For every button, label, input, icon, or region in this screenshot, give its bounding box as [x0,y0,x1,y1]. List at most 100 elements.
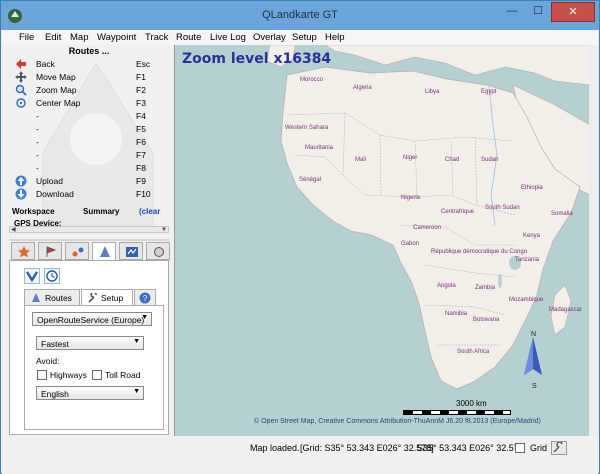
status-bar: Map loaded. [Grid: S35° 53.343 E026° 32.… [2,436,598,474]
label-mozambique: Mozambique [509,297,544,303]
gps-icon [154,247,164,257]
scroll-right-icon[interactable]: ▼ [161,227,167,233]
label-zambia: Zambia [475,285,496,291]
route-time-button[interactable] [44,268,60,284]
tool-tab-bar [9,242,170,261]
action-empty-f7: - [36,150,39,160]
star-icon [18,246,30,258]
svg-text:?: ? [143,294,148,303]
menu-map[interactable]: Map [70,32,88,43]
grid-label: Grid [530,443,548,453]
menu-track[interactable]: Track [145,32,168,43]
waypoint-flag-icon [46,246,57,257]
maximize-button[interactable]: ☐ [525,2,551,22]
summary-header: Summary [83,207,120,216]
action-download[interactable]: Download [36,189,74,199]
map-attribution: © Open Street Map, Creative Commons Attr… [254,418,541,425]
label-mauritania: Mauritania [305,145,334,151]
download-icon [15,188,27,200]
label-morocco: Morocco [300,77,324,83]
menu-bar: File Edit Map Waypoint Track Route Live … [2,30,598,45]
grid-settings-button[interactable] [551,441,567,455]
minimize-button[interactable]: — [499,2,525,22]
menu-help[interactable]: Help [325,32,345,43]
label-angola: Angola [437,283,456,289]
grid-checkbox[interactable] [515,443,525,453]
avoid-toll-road-label: Toll Road [105,370,141,380]
route-cone-icon [100,246,110,257]
action-f4-key: F4 [136,111,146,121]
label-ethiopia: Ethiopia [521,185,543,191]
route-preference-select[interactable]: Fastest ▼ [36,336,144,350]
label-sudan: Sudan [481,157,499,163]
action-center-map[interactable]: Center Map [36,98,80,108]
avoid-highways-checkbox[interactable] [37,370,47,380]
menu-file[interactable]: File [19,32,34,43]
horizontal-scrollbar[interactable]: ◀ ▼ [9,226,169,233]
subtab-help[interactable]: ? [134,289,156,306]
chevron-down-icon: ▼ [133,388,140,395]
action-empty-f5: - [36,124,39,134]
language-select[interactable]: English ▼ [36,386,144,400]
compass-north-label: N [531,331,537,338]
track-icon [72,247,84,257]
tab-routes[interactable] [92,242,116,261]
menu-route[interactable]: Route [176,32,201,43]
status-grid-coords: [Grid: S35° 53.343 E026° 32.578] [300,443,434,453]
compass-south-label: S [532,383,537,390]
label-car: Centrafrique [441,209,475,215]
zoom-map-icon [15,84,27,96]
avoid-label: Avoid: [36,356,60,366]
route-v-icon [25,271,39,283]
tab-waypoints[interactable] [38,242,62,260]
label-niger: Niger [403,155,418,161]
label-madagascar: Madagascar [549,307,583,313]
route-cone-icon [32,293,40,302]
tab-maps[interactable] [11,242,35,260]
tab-live-log[interactable] [146,242,170,260]
menu-edit[interactable]: Edit [45,32,61,43]
zoom-level-overlay: Zoom level x16384 [182,51,332,67]
label-nigeria: Nigeria [401,195,421,201]
action-download-key: F10 [136,189,151,199]
avoid-toll-road-checkbox[interactable] [92,370,102,380]
action-upload[interactable]: Upload [36,176,63,186]
routes-action-panel: Routes ... Back Esc Move Map F1 Zoom Map… [9,45,169,237]
chevron-down-icon: ▼ [133,338,140,345]
menu-setup[interactable]: Setup [292,32,317,43]
label-somalia: Somalia [551,211,573,217]
status-message: Map loaded. [250,443,300,453]
action-back[interactable]: Back [36,59,55,69]
menu-overlay[interactable]: Overlay [253,32,286,43]
action-move-map[interactable]: Move Map [36,72,76,82]
tab-tracks[interactable] [65,242,89,260]
action-empty-f8: - [36,163,39,173]
route-calc-button[interactable] [24,268,40,284]
action-f8-key: F8 [136,163,146,173]
tab-overlay[interactable] [119,242,143,260]
map-canvas[interactable]: Zoom level x16384 Morocco Algeria Libya … [174,45,589,436]
label-gabon: Gabon [401,241,420,247]
back-arrow-icon [16,59,26,69]
label-drc: République démocratique du Congo [431,249,528,255]
label-tanzania: Tanzania [515,257,540,263]
label-mali: Mali [355,157,367,163]
compass-icon [524,337,542,375]
label-chad: Chad [445,157,460,163]
menu-live-log[interactable]: Live Log [210,32,246,43]
subtab-routes[interactable]: Routes [24,289,80,306]
label-kenya: Kenya [523,233,541,239]
close-button[interactable]: ✕ [551,2,595,22]
routing-service-select[interactable]: OpenRouteService (Europe) ▼ [32,312,152,326]
action-empty-f6: - [36,137,39,147]
action-zoom-map[interactable]: Zoom Map [36,85,77,95]
action-f5-key: F5 [136,124,146,134]
label-botswana: Botswana [473,317,500,323]
move-map-icon [15,71,27,83]
action-back-key: Esc [136,59,151,69]
menu-waypoint[interactable]: Waypoint [97,32,136,43]
scroll-left-icon[interactable]: ◀ [11,227,16,233]
panel-splitter[interactable] [9,239,169,241]
clear-link[interactable]: (clear [139,207,160,216]
map-vertical-scrollbar[interactable] [589,45,599,436]
